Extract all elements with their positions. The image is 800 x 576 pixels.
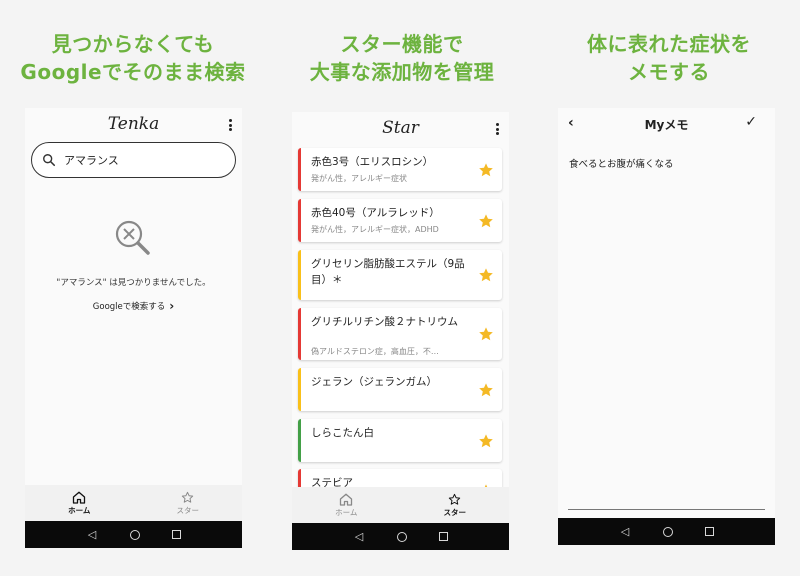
home-circle-icon[interactable]	[130, 529, 140, 540]
tab-star-label: スター	[176, 505, 200, 515]
additive-description: 偽アルドステロン症，高血圧，不…	[311, 347, 439, 356]
risk-color-bar	[298, 308, 301, 360]
page-title: Myメモ	[644, 118, 689, 132]
additive-name: しらこたん白	[311, 427, 374, 439]
kebab-menu-icon[interactable]	[495, 123, 499, 135]
home-icon	[340, 493, 353, 506]
tab-home-label: ホーム	[68, 505, 91, 515]
star-filled-icon[interactable]	[478, 267, 494, 283]
system-navigation-bar: ◁	[558, 518, 775, 545]
risk-color-bar	[298, 368, 301, 411]
caption-line: 大事な添加物を管理	[309, 60, 495, 84]
star-filled-icon[interactable]	[478, 433, 494, 449]
additive-name: グリチルリチン酸２ナトリウム	[311, 316, 458, 328]
recents-square-icon[interactable]	[705, 527, 714, 536]
list-item[interactable]: グリセリン脂肪酸エステル（9品目）＊	[298, 250, 502, 300]
list-item[interactable]: しらこたん白	[298, 419, 502, 462]
not-found-message: "アマランス" は見つかりませんでした。	[56, 278, 211, 288]
additive-description: 発がん性，アレルギー症状	[311, 174, 407, 183]
caption-star: スター機能で 大事な添加物を管理	[282, 30, 522, 86]
search-bar[interactable]	[31, 142, 236, 178]
google-search-label: Googleで検索する	[92, 302, 166, 312]
additive-description: 発がん性，アレルギー症状，ADHD	[311, 225, 439, 234]
star-outline-icon	[182, 491, 194, 503]
additive-name: 赤色40号（アルラレッド）	[311, 207, 440, 219]
back-triangle-icon[interactable]: ◁	[619, 526, 631, 537]
recents-square-icon[interactable]	[439, 532, 448, 541]
phone-memo-screen: ‹ Myメモ ✓ 食べるとお腹が痛くなる ◁	[558, 108, 775, 545]
risk-color-bar	[298, 250, 301, 300]
caption-line: 見つからなくても	[51, 32, 215, 56]
google-search-link[interactable]: Googleで検索する ›	[25, 300, 242, 312]
home-circle-icon[interactable]	[397, 531, 407, 542]
search-not-found-icon	[115, 220, 150, 255]
bottom-navigation: ホーム スター	[292, 487, 509, 523]
tab-home-label: ホーム	[335, 507, 358, 517]
tab-home[interactable]: ホーム	[25, 485, 134, 521]
star-outline-icon	[449, 493, 461, 505]
caption-memo: 体に表れた症状を メモする	[556, 30, 782, 86]
star-filled-icon[interactable]	[478, 162, 494, 178]
search-input[interactable]	[64, 153, 214, 167]
tab-star[interactable]: スター	[134, 485, 243, 521]
screenshot-collage: 見つからなくても Googleでそのまま検索 スター機能で 大事な添加物を管理 …	[0, 0, 800, 576]
chevron-right-icon: ›	[169, 299, 175, 313]
star-filled-icon[interactable]	[478, 326, 494, 342]
tab-star[interactable]: スター	[401, 487, 510, 523]
app-title: Star	[382, 118, 419, 138]
additive-name: ジェラン（ジェランガム）	[311, 376, 437, 388]
kebab-menu-icon[interactable]	[228, 119, 232, 131]
caption-line: スター機能で	[340, 32, 464, 56]
caption-search: 見つからなくても Googleでそのまま検索	[8, 30, 258, 86]
additive-name: 赤色3号（エリスロシン）	[311, 156, 434, 168]
tab-star-label: スター	[443, 507, 467, 517]
caption-line: メモする	[628, 60, 710, 84]
list-item[interactable]: 赤色40号（アルラレッド） 発がん性，アレルギー症状，ADHD	[298, 199, 502, 242]
home-icon	[73, 491, 86, 504]
risk-color-bar	[298, 419, 301, 462]
tab-home[interactable]: ホーム	[292, 487, 401, 523]
app-title: Tenka	[107, 114, 160, 134]
system-navigation-bar: ◁	[25, 521, 242, 548]
additive-name: グリセリン脂肪酸エステル（9品目）＊	[311, 258, 465, 286]
risk-color-bar	[298, 148, 301, 191]
list-item[interactable]: 赤色3号（エリスロシン） 発がん性，アレルギー症状	[298, 148, 502, 191]
home-circle-icon[interactable]	[663, 526, 673, 537]
bottom-navigation: ホーム スター	[25, 485, 242, 521]
back-triangle-icon[interactable]: ◁	[86, 529, 98, 540]
list-item[interactable]: ジェラン（ジェランガム）	[298, 368, 502, 411]
star-filled-icon[interactable]	[478, 213, 494, 229]
phone-star-screen: Star 赤色3号（エリスロシン） 発がん性，アレルギー症状 赤色40号（アルラ…	[292, 112, 509, 550]
star-filled-icon[interactable]	[478, 382, 494, 398]
phone-search-screen: Tenka "アマランス" は見つかりませんでした。 Googleで検索する ›	[25, 108, 242, 548]
memo-text-area[interactable]: 食べるとお腹が痛くなる	[569, 156, 674, 170]
list-item[interactable]: グリチルリチン酸２ナトリウム 偽アルドステロン症，高血圧，不…	[298, 308, 502, 360]
risk-color-bar	[298, 199, 301, 242]
check-icon[interactable]: ✓	[745, 114, 757, 130]
search-icon	[43, 154, 56, 167]
memo-underline	[568, 509, 765, 510]
memo-header: ‹ Myメモ ✓	[558, 108, 775, 138]
caption-line: Googleでそのまま検索	[20, 60, 246, 84]
system-navigation-bar: ◁	[292, 523, 509, 550]
back-triangle-icon[interactable]: ◁	[353, 531, 365, 542]
recents-square-icon[interactable]	[172, 530, 181, 539]
caption-line: 体に表れた症状を	[587, 32, 751, 56]
